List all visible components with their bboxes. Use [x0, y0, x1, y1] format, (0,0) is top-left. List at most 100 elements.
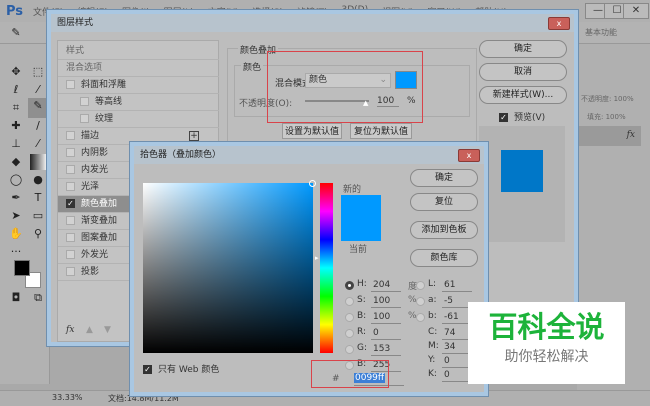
preview-label: 预览(V): [514, 113, 546, 123]
hand-tool-icon[interactable]: ✋: [8, 226, 24, 242]
checkbox[interactable]: [66, 165, 75, 174]
radio-lab[interactable]: [416, 281, 425, 290]
field-input[interactable]: 61: [442, 279, 472, 292]
radio-hsb[interactable]: [345, 281, 354, 290]
eyedropper-icon[interactable]: ✎: [8, 25, 24, 41]
zoom-tool-icon[interactable]: ⚲: [30, 226, 46, 242]
workspace-select[interactable]: 基本功能: [585, 27, 617, 38]
close-window-button[interactable]: ✕: [623, 3, 649, 19]
move-tool-icon[interactable]: ✥: [8, 64, 24, 80]
rectangle-tool-icon[interactable]: ▭: [30, 208, 46, 224]
eyedropper-tool-icon[interactable]: ✎: [28, 98, 48, 118]
ok-button[interactable]: 确定: [479, 40, 567, 58]
quick-mask-icon[interactable]: ◘: [8, 290, 24, 306]
checkbox[interactable]: [80, 97, 89, 106]
fx-menu-button[interactable]: fx: [66, 325, 74, 335]
watermark-subtitle: 助你轻松解决: [504, 349, 589, 365]
foreground-color-swatch[interactable]: [14, 260, 30, 276]
dodge-tool-icon[interactable]: ●: [30, 172, 46, 188]
checkbox[interactable]: [66, 131, 75, 140]
color-libraries-button[interactable]: 颜色库: [410, 249, 478, 267]
radio-hsb[interactable]: [345, 297, 354, 306]
dialog-title: 拾色器（叠加颜色）: [134, 146, 484, 164]
color-field[interactable]: [143, 180, 316, 353]
preview-checkbox[interactable]: ✓ 预览(V): [499, 110, 545, 123]
field-label: a:: [428, 295, 437, 305]
checkbox[interactable]: [66, 148, 75, 157]
eraser-tool-icon[interactable]: ◆: [8, 154, 24, 170]
healing-brush-icon[interactable]: ✚: [8, 118, 24, 134]
magic-wand-icon[interactable]: ⁄: [30, 82, 46, 98]
radio-lab[interactable]: [416, 297, 425, 306]
style-preview: [479, 126, 565, 242]
field-input[interactable]: 100: [371, 295, 401, 308]
style-list-item[interactable]: 纹理: [58, 111, 219, 128]
layer-row[interactable]: fx: [577, 126, 641, 146]
lasso-tool-icon[interactable]: ℓ: [8, 82, 24, 98]
checkbox[interactable]: [66, 250, 75, 259]
type-tool-icon[interactable]: T: [30, 190, 46, 206]
close-button[interactable]: x: [458, 149, 480, 162]
checkbox[interactable]: [66, 216, 75, 225]
move-up-icon[interactable]: ▲: [86, 325, 93, 335]
annotation-box: [267, 51, 423, 123]
field-input[interactable]: 0: [371, 327, 401, 340]
style-list-item[interactable]: 样式: [58, 43, 219, 60]
zoom-level[interactable]: 33.33%: [52, 393, 83, 402]
radio-rgb[interactable]: [345, 329, 354, 338]
style-list-item[interactable]: 等高线: [58, 94, 219, 111]
style-list-label: 等高线: [95, 97, 123, 107]
checkbox[interactable]: ✓: [66, 199, 75, 208]
color-picker-dialog: 拾色器（叠加颜色） x ▸ 新的 当前 确定 复位 添加到色板 颜色库 H: 20…: [130, 142, 488, 396]
screen-mode-icon[interactable]: ⧉: [30, 290, 46, 306]
style-list-label: 描边: [81, 131, 100, 141]
checkbox[interactable]: [80, 114, 89, 123]
field-label: b:: [428, 311, 437, 321]
tools-panel: ✥ ⬚ ℓ ⁄ ⌗ ✎ ✚ / ⊥ ⁄ ◆ ◯ ● ✒ T ➤ ▭ ✋ ⚲ ··…: [0, 44, 50, 384]
color-field-cursor[interactable]: [309, 180, 316, 187]
add-stroke-icon[interactable]: +: [189, 131, 199, 141]
layer-fill[interactable]: 填充: 100%: [587, 112, 626, 122]
field-input[interactable]: 204: [371, 279, 401, 292]
brush-tool-icon[interactable]: /: [30, 118, 46, 134]
radio-hsb[interactable]: [345, 313, 354, 322]
blur-tool-icon[interactable]: ◯: [8, 172, 24, 188]
reset-default-button[interactable]: 复位为默认值: [350, 123, 412, 139]
style-list-item[interactable]: 斜面和浮雕: [58, 77, 219, 94]
marquee-tool-icon[interactable]: ⬚: [30, 64, 46, 80]
more-tools-icon[interactable]: ···: [8, 244, 24, 260]
add-to-swatches-button[interactable]: 添加到色板: [410, 221, 478, 239]
ok-button[interactable]: 确定: [410, 169, 478, 187]
radio-rgb[interactable]: [345, 345, 354, 354]
hue-slider-handle[interactable]: ▸: [315, 254, 319, 262]
radio-lab[interactable]: [416, 313, 425, 322]
checkbox[interactable]: [66, 80, 75, 89]
checkbox[interactable]: [66, 267, 75, 276]
checkbox[interactable]: [66, 182, 75, 191]
cancel-button[interactable]: 取消: [479, 63, 567, 81]
field-input[interactable]: 153: [371, 343, 401, 356]
hue-slider[interactable]: [320, 183, 333, 353]
crop-tool-icon[interactable]: ⌗: [8, 100, 24, 116]
style-list-item[interactable]: 混合选项: [58, 60, 219, 77]
gradient-tool-icon[interactable]: [30, 154, 46, 170]
style-list-label: 投影: [81, 267, 100, 277]
layer-opacity[interactable]: 不透明度: 100%: [581, 94, 634, 104]
stamp-tool-icon[interactable]: ⊥: [8, 136, 24, 152]
pen-tool-icon[interactable]: ✒: [8, 190, 24, 206]
checkbox[interactable]: [66, 233, 75, 242]
path-select-icon[interactable]: ➤: [8, 208, 24, 224]
close-button[interactable]: x: [548, 17, 570, 30]
style-list-label: 图案叠加: [81, 233, 118, 243]
new-style-button[interactable]: 新建样式(W)...: [479, 86, 567, 104]
move-down-icon[interactable]: ▼: [104, 325, 111, 335]
set-default-button[interactable]: 设置为默认值: [282, 123, 342, 139]
reset-button[interactable]: 复位: [410, 193, 478, 211]
field-input[interactable]: 100: [371, 311, 401, 324]
history-brush-icon[interactable]: ⁄: [30, 136, 46, 152]
current-color-swatch[interactable]: [341, 218, 381, 241]
field-label: H:: [357, 279, 367, 289]
web-colors-checkbox[interactable]: ✓ 只有 Web 颜色: [143, 362, 219, 375]
style-list-label: 样式: [66, 46, 85, 56]
style-list-label: 纹理: [95, 114, 114, 124]
